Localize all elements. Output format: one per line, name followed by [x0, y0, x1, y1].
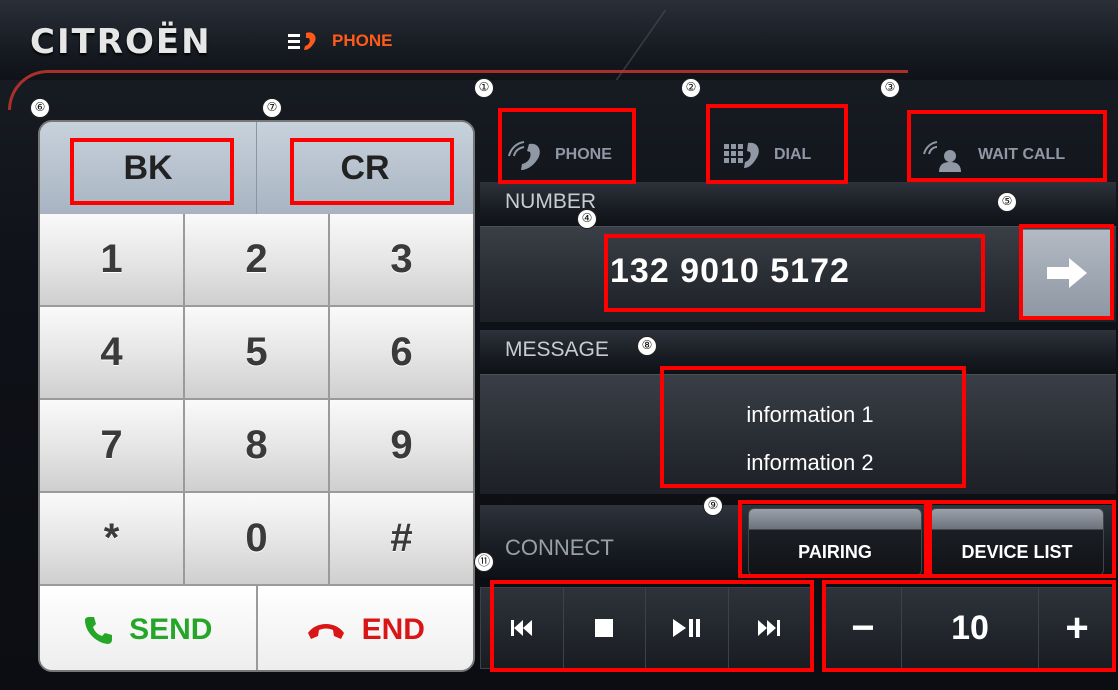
keypad-call-row: SEND END	[40, 586, 474, 670]
keypad-row-4: * 0 #	[40, 493, 473, 586]
key-8[interactable]: 8	[185, 400, 330, 493]
key-3[interactable]: 3	[330, 214, 473, 307]
annotation-box-2	[706, 104, 848, 184]
annotation-box-8	[660, 366, 966, 488]
marker-1: ①	[474, 78, 494, 98]
annotation-box-5	[1019, 224, 1114, 320]
send-button[interactable]: SEND	[40, 586, 258, 670]
marker-11: ⑪	[474, 552, 494, 572]
phone-screen: CITROËN PHONE BK CR 1 2 3 4 5 6 7 8 9 * …	[0, 0, 1118, 690]
call-icon	[85, 617, 113, 644]
key-4[interactable]: 4	[40, 307, 185, 400]
marker-9: ⑨	[703, 496, 723, 516]
marker-2: ②	[681, 78, 701, 98]
annotation-box-3	[907, 110, 1107, 182]
annotation-box-1	[498, 108, 636, 184]
marker-8: ⑧	[637, 336, 657, 356]
key-6[interactable]: 6	[330, 307, 473, 400]
annotation-box-12	[822, 580, 1116, 672]
phone-menu-icon	[288, 32, 316, 50]
key-9[interactable]: 9	[330, 400, 473, 493]
annotation-box-11	[490, 580, 814, 672]
end-button[interactable]: END	[258, 586, 474, 670]
connect-section-label: CONNECT	[505, 535, 614, 560]
annotation-box-6	[70, 138, 234, 205]
keypad-row-3: 7 8 9	[40, 400, 473, 493]
hang-up-icon	[307, 624, 344, 639]
app-title: PHONE	[332, 31, 393, 50]
marker-7: ⑦	[262, 98, 282, 118]
message-section-label: MESSAGE	[505, 338, 609, 361]
key-star[interactable]: *	[40, 493, 185, 586]
number-section-header: NUMBER	[480, 182, 1116, 226]
send-label: SEND	[129, 613, 213, 646]
marker-4: ④	[577, 209, 597, 229]
marker-6: ⑥	[30, 98, 50, 118]
annotation-box-4	[604, 234, 985, 312]
annotation-box-7	[290, 138, 454, 205]
key-2[interactable]: 2	[185, 214, 330, 307]
key-7[interactable]: 7	[40, 400, 185, 493]
key-hash[interactable]: #	[330, 493, 473, 586]
brand-logo: CITROËN	[30, 22, 212, 62]
annotation-box-10	[928, 500, 1116, 578]
marker-3: ③	[880, 78, 900, 98]
key-0[interactable]: 0	[185, 493, 330, 586]
annotation-box-9	[738, 500, 928, 578]
key-1[interactable]: 1	[40, 214, 185, 307]
marker-5: ⑤	[997, 192, 1017, 212]
keypad-row-1: 1 2 3	[40, 214, 473, 307]
keypad-row-2: 4 5 6	[40, 307, 473, 400]
key-5[interactable]: 5	[185, 307, 330, 400]
end-label: END	[361, 613, 425, 646]
